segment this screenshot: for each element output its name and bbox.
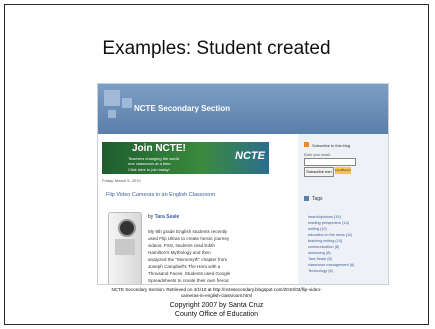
post-body-line: videos. First, students read Edith [148,243,215,248]
post-body-line: analyzed the "Monomyth" chapter from [148,257,228,262]
post-body-line: used Flip Ultras to create heroic journe… [148,236,230,241]
camera-screen [115,239,135,255]
flip-camera-image [108,212,142,284]
subscribe-button[interactable]: Subscribe me! [304,167,334,177]
copyright: Copyright 2007 by Santa Cruz County Offi… [5,301,428,319]
blog-header: NCTE Secondary Section [98,84,388,134]
join-ncte-banner[interactable]: Join NCTE! Teachers changing the world o… [102,142,269,174]
post-body-line: Thousand Faces. Students used Google [148,271,231,276]
tags-list: heard/opinions (19) reading perspective … [308,214,354,274]
post-body-line: My 9th grade English students recently [148,229,228,234]
blog-title[interactable]: NCTE Secondary Section [134,104,230,113]
ncte-logo: NCTE [235,150,265,162]
header-decoration [104,90,120,106]
copyright-line: Copyright 2007 by Santa Cruz [169,302,264,309]
email-input[interactable] [304,158,356,166]
post-byline: by Tara Seale [148,214,179,220]
tags-icon [304,196,309,201]
banner-line: one classroom at a time. [128,161,172,166]
post-body-line: Joseph Campbell's The Hero with a [148,264,221,269]
copyright-line: County Office of Education [174,311,259,318]
rss-icon [304,142,309,147]
header-decoration [108,110,116,118]
author-link[interactable]: Tara Seale [155,214,180,220]
email-label: Enter your email: [304,153,331,157]
tags-title: Tags [312,196,323,202]
header-decoration [122,98,132,108]
blog-screenshot: NCTE Secondary Section Join NCTE! Teache… [97,83,389,285]
camera-lens [118,219,136,237]
subscribe-label: Subscribe to this blog [312,143,351,148]
post-body: My 9th grade English students recently u… [148,228,268,284]
byline-prefix: by [148,214,154,220]
post-body-line: Hamilton's Mythology and then [148,250,211,255]
slide-title: Examples: Student created [102,38,331,59]
feedburner-badge[interactable]: FeedBurner [335,167,351,174]
blog-main: Join NCTE! Teachers changing the world o… [98,134,298,284]
slide: Examples: Student created NCTE Secondary… [4,4,429,325]
post-date: Friday, March 5, 2010 [102,178,141,183]
tag-link[interactable]: Technology (6) [308,268,354,274]
post-title[interactable]: Flip Video Cameras in an English Classro… [106,192,215,198]
caption-line: cameras-in-english-classroom.html [180,293,253,298]
post-body-line: Spreadsheets to create their own heroic [148,278,230,283]
blog-sidebar: Subscribe to this blog Enter your email:… [298,134,388,284]
source-caption: NCTE Secondary Section. Retrieved on 4/1… [5,287,428,299]
banner-click[interactable]: Click here to join today! [128,167,170,172]
banner-title: Join NCTE! [132,143,186,154]
